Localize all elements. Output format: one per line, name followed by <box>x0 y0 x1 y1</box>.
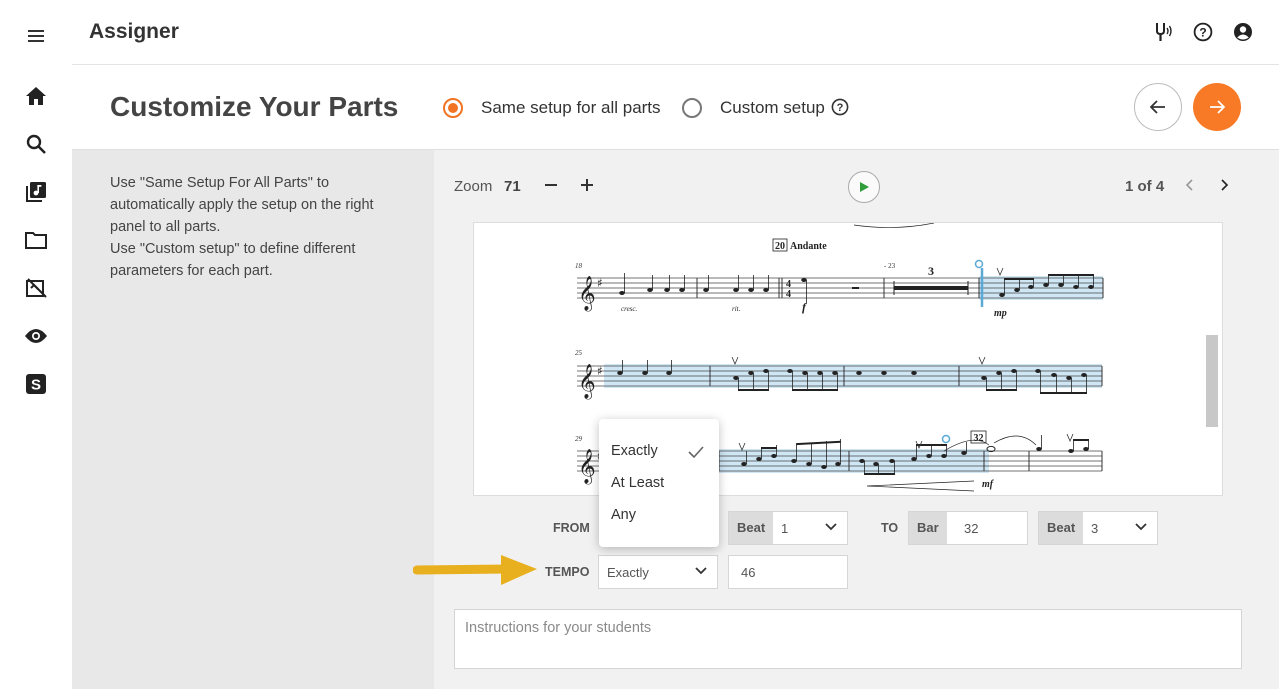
bar-number-18: 18 <box>575 262 583 270</box>
svg-text:𝄞: 𝄞 <box>578 449 596 485</box>
svg-text:𝄞: 𝄞 <box>578 276 596 312</box>
back-button[interactable] <box>1134 83 1182 131</box>
checkmark-icon <box>688 446 704 458</box>
play-icon <box>860 182 869 192</box>
chevron-down-icon <box>1135 523 1147 531</box>
svg-text:4: 4 <box>786 289 791 300</box>
chevron-down-icon <box>695 567 707 575</box>
plus-icon <box>581 179 593 191</box>
page-title: Customize Your Parts <box>110 91 399 122</box>
next-button[interactable] <box>1193 83 1241 131</box>
search-icon[interactable] <box>24 132 48 156</box>
to-bar-input[interactable]: Bar 32 <box>908 511 1028 545</box>
eye-icon[interactable] <box>24 324 48 348</box>
page-header: Customize Your Parts Same setup for all … <box>72 65 1279 150</box>
multirest-count: 3 <box>928 264 934 278</box>
help-icon[interactable]: ? <box>1192 21 1214 43</box>
chevron-right-icon <box>1221 179 1229 191</box>
arrow-right-icon <box>1210 100 1225 114</box>
zoom-in-button[interactable] <box>576 174 598 196</box>
account-icon[interactable] <box>1232 21 1254 43</box>
tempo-mode-dropdown: Exactly At Least Any <box>599 419 719 547</box>
annotation-arrow <box>413 555 537 585</box>
prev-page-button[interactable] <box>1180 176 1198 194</box>
from-beat-value: 1 <box>781 521 789 536</box>
to-beat-select[interactable]: Beat 3 <box>1038 511 1158 545</box>
tempo-label: TEMPO <box>545 565 590 579</box>
from-label: FROM <box>553 521 590 535</box>
dropdown-option-exactly[interactable]: Exactly <box>611 443 658 459</box>
dynamic-cresc: cresc. <box>621 305 638 313</box>
svg-text:?: ? <box>1199 26 1206 40</box>
arrow-left-icon <box>1150 100 1165 114</box>
home-icon[interactable] <box>24 84 48 108</box>
page-indicator: 1 of 4 <box>1125 178 1165 195</box>
custom-setup-label[interactable]: Custom setup <box>720 98 825 118</box>
folder-icon[interactable] <box>24 228 48 252</box>
from-beat-tag: Beat <box>729 512 774 544</box>
rehearsal-mark-32: 32 <box>974 433 984 444</box>
assignment-icon[interactable] <box>24 276 48 300</box>
tempo-mode-select[interactable]: Exactly <box>598 555 718 589</box>
tempo-mode-value: Exactly <box>607 565 649 580</box>
svg-text:S: S <box>31 377 41 394</box>
instructions-textarea[interactable] <box>454 609 1242 669</box>
dynamic-mezzo-forte: mf <box>982 479 995 490</box>
dynamic-mezzo-piano: mp <box>994 308 1007 319</box>
to-bar-value: 32 <box>964 521 979 536</box>
zoom-label: Zoom <box>454 178 493 195</box>
play-button[interactable] <box>848 171 880 203</box>
same-setup-radio[interactable] <box>443 98 463 118</box>
svg-text:♯: ♯ <box>597 364 603 378</box>
bar-number-25: 25 <box>575 349 583 357</box>
help-text: Use "Same Setup For All Parts" to automa… <box>110 172 410 282</box>
menu-icon[interactable] <box>24 24 48 48</box>
top-bar: Assigner ? <box>72 0 1279 65</box>
svg-text:?: ? <box>837 102 844 114</box>
music-library-icon[interactable] <box>24 180 48 204</box>
score-scrollbar[interactable] <box>1206 335 1218 427</box>
custom-setup-help-icon[interactable]: ? <box>831 98 849 121</box>
sheet-music: 𝄞𝄞𝄞 ♯♯♯ 18 25 29 20 Andante 32 3 - 23 <box>575 223 1104 492</box>
same-setup-label[interactable]: Same setup for all parts <box>481 98 661 118</box>
chevron-down-icon <box>825 523 837 531</box>
help-line-custom-setup: Use "Custom setup" to define different p… <box>110 241 356 279</box>
sheet-music-view[interactable]: 𝄞𝄞𝄞 ♯♯♯ 18 25 29 20 Andante 32 3 - 23 <box>473 222 1223 496</box>
s-logo-icon[interactable]: S <box>24 372 48 396</box>
dropdown-option-any[interactable]: Any <box>611 507 636 523</box>
next-page-button[interactable] <box>1216 176 1234 194</box>
multirest-range: - 23 <box>884 262 896 270</box>
dynamic-rit: rit. <box>732 305 741 313</box>
tempo-marking: Andante <box>790 241 827 252</box>
tempo-value-input[interactable]: 46 <box>728 555 848 589</box>
to-label: TO <box>881 521 899 535</box>
to-beat-value: 3 <box>1091 521 1099 536</box>
from-beat-select[interactable]: Beat 1 <box>728 511 848 545</box>
to-beat-tag: Beat <box>1039 512 1084 544</box>
bar-number-29: 29 <box>575 435 583 443</box>
to-bar-tag: Bar <box>909 512 947 544</box>
tempo-value: 46 <box>741 565 756 580</box>
svg-text:𝄞: 𝄞 <box>578 364 596 400</box>
help-line-same-setup: Use "Same Setup For All Parts" to automa… <box>110 175 374 235</box>
minus-icon <box>545 184 557 186</box>
tuning-fork-icon[interactable] <box>1152 21 1174 43</box>
app-title: Assigner <box>89 20 179 43</box>
chevron-left-icon <box>1185 179 1193 191</box>
dropdown-option-at-least[interactable]: At Least <box>611 475 664 491</box>
zoom-out-button[interactable] <box>540 174 562 196</box>
help-panel: Use "Same Setup For All Parts" to automa… <box>72 150 434 689</box>
sidebar: S <box>0 0 72 689</box>
rehearsal-mark-20: 20 <box>775 241 785 252</box>
custom-setup-radio[interactable] <box>682 98 702 118</box>
svg-text:♯: ♯ <box>597 276 603 290</box>
zoom-value: 71 <box>504 178 521 195</box>
